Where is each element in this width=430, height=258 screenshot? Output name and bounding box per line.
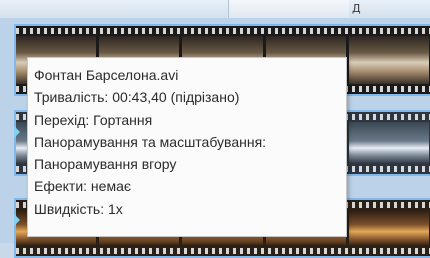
tooltip-pan-zoom-value: Панорамування вгору <box>34 156 177 173</box>
top-toolbar-strip: Д <box>0 0 430 18</box>
tooltip-speed: Швидкість: 1x <box>34 200 123 217</box>
tooltip-filename: Фонтан Барселона.avi <box>34 67 179 83</box>
clip-info-tooltip: Фонтан Барселона.avi Тривалість: 00:43,4… <box>27 57 347 237</box>
tooltip-effects: Ефекти: немає <box>34 178 132 195</box>
tooltip-duration: Тривалість: 00:43,40 (підрізано) <box>34 89 240 106</box>
tooltip-transition: Перехід: Гортання <box>34 111 153 128</box>
toolbar-pane <box>228 0 349 18</box>
transition-marker-icon <box>14 214 20 226</box>
top-toolbar-text: Д <box>352 2 361 15</box>
tooltip-pan-zoom-label: Панорамування та масштабування: <box>34 133 267 150</box>
film-sprocket-bottom <box>16 248 430 254</box>
film-sprocket-top <box>16 28 430 34</box>
transition-marker-icon <box>14 126 20 138</box>
thumbnail-frame <box>348 122 430 164</box>
thumbnail-frame <box>348 36 430 84</box>
thumbnail-frame <box>348 210 430 246</box>
